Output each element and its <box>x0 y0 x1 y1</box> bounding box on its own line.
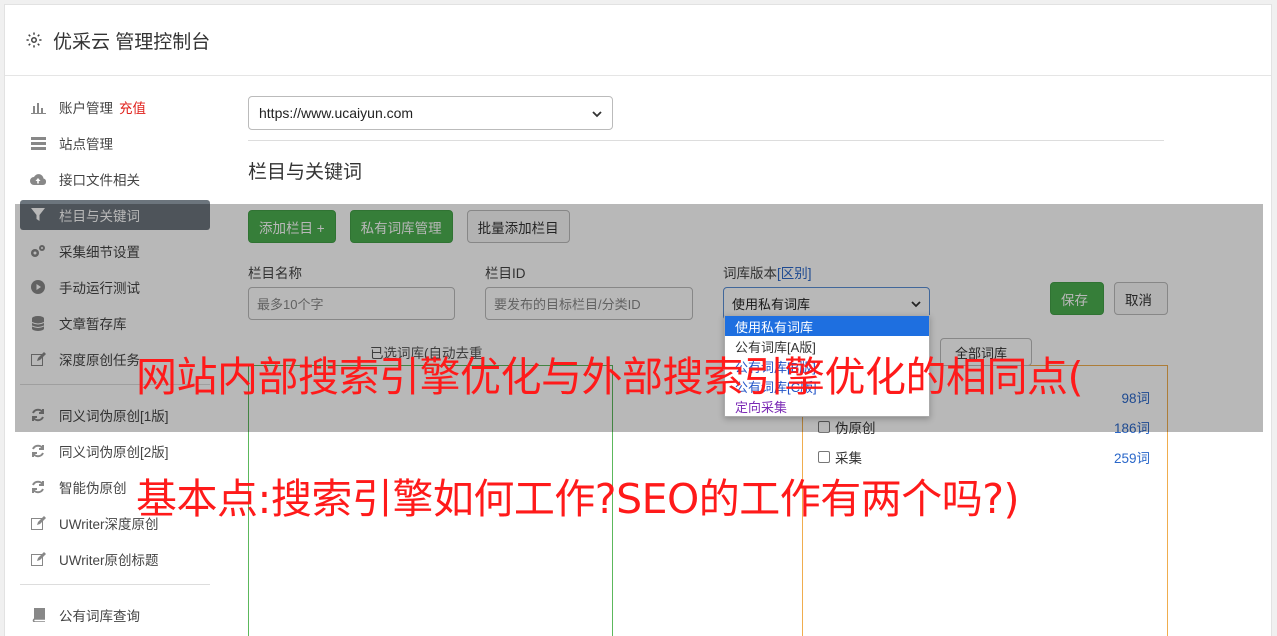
refresh-icon <box>30 443 46 459</box>
sidebar-item-label: 账户管理 <box>59 101 113 116</box>
lib-count: 259词 <box>1113 451 1150 466</box>
gear-icon <box>26 32 42 48</box>
refresh-icon <box>30 479 46 495</box>
edit-icon <box>30 515 46 531</box>
section-divider <box>248 140 1164 141</box>
dropdown-option[interactable]: 使用私有词库 <box>725 316 929 336</box>
watermark-line-1: 网站内部搜索引擎优化与外部搜索引擎优化的相同点( <box>136 353 1084 401</box>
sidebar-item-uwriter-title[interactable]: UWriter原创标题 <box>20 544 210 574</box>
main-content: https://www.ucaiyun.com 栏目与关键词 <box>244 96 1164 184</box>
cloud-upload-icon <box>30 171 46 187</box>
site-select[interactable]: https://www.ucaiyun.com <box>248 96 613 130</box>
chevron-down-icon <box>592 105 602 121</box>
book-icon <box>30 607 46 623</box>
lib-name: 采集 <box>835 451 862 466</box>
sidebar-item-label: 站点管理 <box>59 137 113 152</box>
section-title: 栏目与关键词 <box>248 162 363 183</box>
server-icon <box>30 135 46 151</box>
sidebar-item-label: 智能伪原创 <box>59 481 127 496</box>
site-select-value: https://www.ucaiyun.com <box>259 105 414 121</box>
recharge-link[interactable]: 充值 <box>119 97 146 117</box>
app-header: 优采云 管理控制台 <box>5 5 1271 76</box>
sidebar-divider <box>20 584 210 585</box>
sidebar-item-label: 公有词库查询 <box>59 609 140 624</box>
sidebar-item-sites[interactable]: 站点管理 <box>20 128 210 158</box>
bar-chart-icon <box>30 99 46 115</box>
edit-icon <box>30 551 46 567</box>
sidebar-item-label: 接口文件相关 <box>59 173 140 188</box>
app-title: 优采云 管理控制台 <box>53 31 211 53</box>
sidebar-item-public-lib[interactable]: 公有词库查询 <box>20 600 210 630</box>
sidebar-item-label: 同义词伪原创[2版] <box>59 445 169 460</box>
checkbox[interactable] <box>818 451 830 463</box>
watermark-line-2: 基本点:搜索引擎如何工作?SEO的工作有两个吗?) <box>136 475 1020 523</box>
sidebar-item-label: UWriter原创标题 <box>59 553 159 568</box>
sidebar-item-account[interactable]: 账户管理 充值 <box>20 92 210 122</box>
sidebar-item-synonym-v2[interactable]: 同义词伪原创[2版] <box>20 436 210 466</box>
sidebar-item-api-files[interactable]: 接口文件相关 <box>20 164 210 194</box>
